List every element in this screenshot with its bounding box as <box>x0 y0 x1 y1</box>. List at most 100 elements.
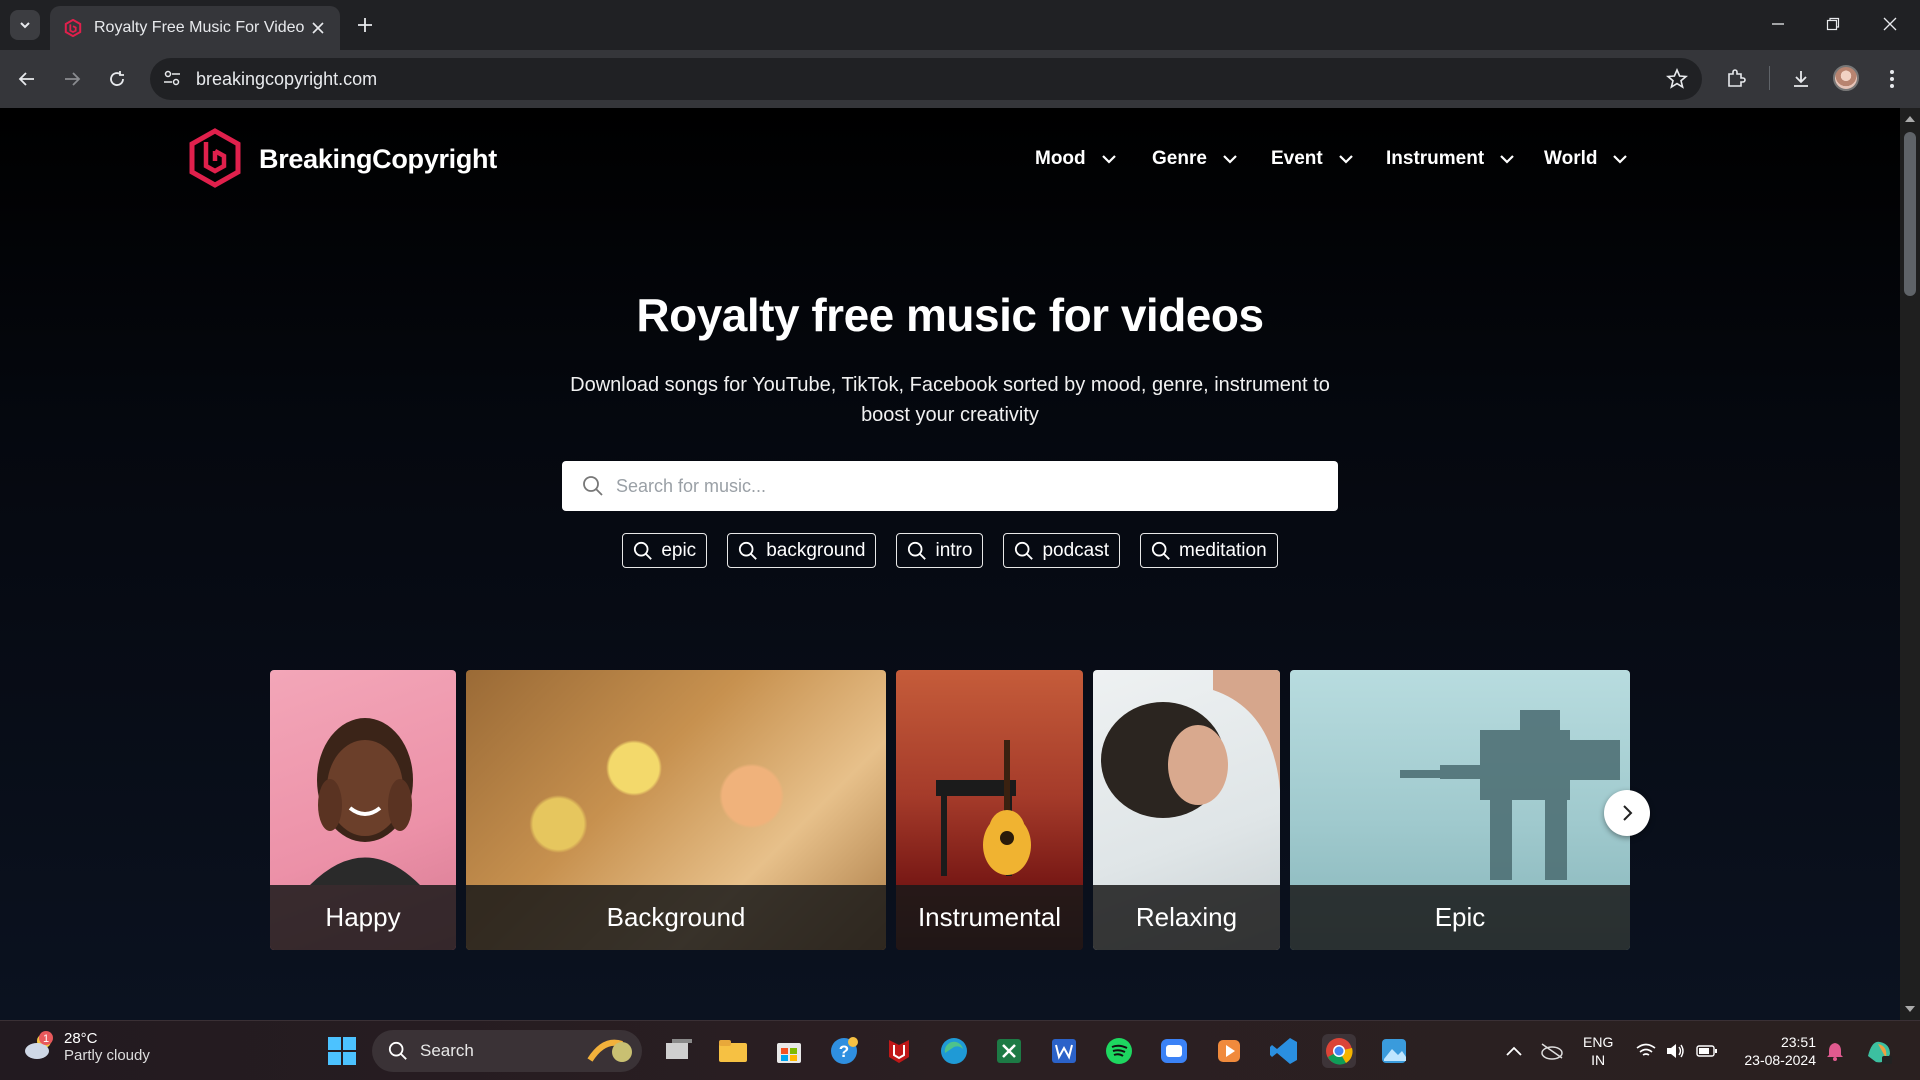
clock-time: 23:51 <box>1780 1034 1816 1050</box>
category-card-instrumental[interactable]: Instrumental <box>896 670 1083 950</box>
help-app-icon[interactable]: ? <box>827 1034 861 1068</box>
tab-search-button[interactable] <box>10 10 40 40</box>
nav-genre-label: Genre <box>1152 148 1207 169</box>
chevron-down-icon <box>20 22 30 29</box>
chat-app-icon[interactable] <box>1157 1034 1191 1068</box>
site-info-icon[interactable] <box>162 68 182 93</box>
back-button[interactable] <box>12 64 42 94</box>
music-search-box[interactable] <box>562 461 1338 511</box>
media-player-icon[interactable] <box>1212 1034 1246 1068</box>
tag-background[interactable]: background <box>727 533 877 568</box>
reload-button[interactable] <box>102 64 132 94</box>
downloads-button[interactable] <box>1786 64 1816 94</box>
search-input[interactable] <box>616 461 1316 511</box>
page-scrollbar[interactable] <box>1900 108 1920 1020</box>
svg-text:?: ? <box>839 1042 849 1061</box>
restore-icon <box>1826 17 1840 31</box>
bookmark-star-icon[interactable] <box>1665 67 1689 95</box>
browser-toolbar: breakingcopyright.com <box>0 50 1920 108</box>
mcafee-icon[interactable] <box>882 1034 916 1068</box>
extensions-button[interactable] <box>1721 64 1751 94</box>
category-card-relaxing[interactable]: Relaxing <box>1093 670 1280 950</box>
file-explorer-icon[interactable] <box>716 1034 750 1068</box>
battery-icon[interactable] <box>1690 1034 1724 1068</box>
url-text: breakingcopyright.com <box>196 69 378 89</box>
tag-epic[interactable]: epic <box>622 533 708 568</box>
spotify-icon[interactable] <box>1102 1034 1136 1068</box>
nav-mood[interactable]: Mood <box>1035 148 1116 170</box>
tag-podcast[interactable]: podcast <box>1003 533 1120 568</box>
search-icon <box>634 541 653 560</box>
taskbar-search-label: Search <box>420 1041 474 1060</box>
edge-browser-icon[interactable] <box>937 1034 971 1068</box>
category-card-happy[interactable]: Happy <box>270 670 456 950</box>
profile-avatar[interactable] <box>1833 65 1859 91</box>
guitar-image <box>936 740 1031 876</box>
hero-title: Royalty free music for videos <box>636 289 1264 341</box>
volume-icon[interactable] <box>1659 1034 1693 1068</box>
wifi-icon[interactable] <box>1629 1034 1663 1068</box>
tag-label: background <box>766 539 866 561</box>
word-icon[interactable] <box>1047 1034 1081 1068</box>
search-icon <box>1015 541 1034 560</box>
task-view-icon[interactable] <box>662 1034 696 1068</box>
tab-title: Royalty Free Music For Videos - <box>94 19 304 36</box>
chevron-down-icon <box>1500 155 1514 164</box>
tab-close-icon[interactable] <box>308 18 328 38</box>
weather-condition: Partly cloudy <box>64 1047 150 1064</box>
browser-tab[interactable]: Royalty Free Music For Videos - <box>50 6 340 50</box>
brand-logo-icon[interactable] <box>188 128 242 188</box>
chevron-down-icon <box>1338 155 1353 164</box>
brand-name[interactable]: BreakingCopyright <box>259 144 497 175</box>
category-card-background[interactable]: Background <box>466 670 886 950</box>
clock[interactable]: 23:51 23-08-2024 <box>1736 1033 1816 1069</box>
arrow-right-icon <box>65 72 81 86</box>
photos-icon[interactable] <box>1377 1034 1411 1068</box>
scrollbar-thumb[interactable] <box>1904 132 1916 296</box>
taskbar-search[interactable]: Search <box>372 1030 642 1072</box>
arrow-left-icon <box>18 72 34 86</box>
scroll-down-arrow-icon[interactable] <box>1905 1006 1915 1012</box>
close-window-button[interactable] <box>1870 8 1910 40</box>
restore-button[interactable] <box>1813 8 1853 40</box>
tag-intro[interactable]: intro <box>896 533 984 568</box>
scroll-up-arrow-icon[interactable] <box>1905 116 1915 122</box>
address-bar[interactable]: breakingcopyright.com <box>150 58 1702 100</box>
language-indicator[interactable]: ENG IN <box>1583 1033 1613 1069</box>
nav-world[interactable]: World <box>1544 148 1628 170</box>
category-card-epic[interactable]: Epic <box>1290 670 1630 950</box>
nav-instrument[interactable]: Instrument <box>1386 148 1514 170</box>
weather-widget[interactable]: 1 28°C Partly cloudy <box>22 1029 150 1065</box>
windows-taskbar: 1 28°C Partly cloudy Search ? ENG IN 23:… <box>0 1020 1920 1080</box>
tag-meditation[interactable]: meditation <box>1140 533 1278 568</box>
search-icon <box>582 475 604 502</box>
nav-event-label: Event <box>1271 148 1323 169</box>
search-icon <box>1151 541 1170 560</box>
minimize-button[interactable] <box>1758 8 1798 40</box>
search-highlight-icon <box>587 1039 632 1062</box>
tray-chevron-up-icon[interactable] <box>1497 1034 1531 1068</box>
cloud-offline-icon[interactable] <box>1535 1034 1569 1068</box>
copilot-icon[interactable] <box>1862 1034 1896 1068</box>
tag-label: intro <box>935 539 973 561</box>
category-label: Background <box>466 885 886 950</box>
forward-button[interactable] <box>57 64 87 94</box>
browser-menu-button[interactable] <box>1877 64 1907 94</box>
microsoft-store-icon[interactable] <box>772 1034 806 1068</box>
weather-temp: 28°C <box>64 1030 98 1047</box>
minimize-icon <box>1772 23 1784 25</box>
carousel-next-button[interactable] <box>1604 790 1650 836</box>
vscode-icon[interactable] <box>1267 1034 1301 1068</box>
nav-event[interactable]: Event <box>1271 148 1353 170</box>
start-button[interactable] <box>325 1034 359 1068</box>
site-header: BreakingCopyright Mood Genre Event Instr… <box>0 108 1900 208</box>
chevron-down-icon <box>1613 155 1628 164</box>
new-tab-button[interactable] <box>352 12 378 38</box>
nav-genre[interactable]: Genre <box>1152 148 1237 170</box>
category-carousel: Happy Background Instrumental Relaxing E… <box>270 670 1630 950</box>
plus-icon <box>358 18 372 32</box>
excel-icon[interactable] <box>992 1034 1026 1068</box>
language-line2: IN <box>1591 1052 1606 1068</box>
chrome-icon[interactable] <box>1322 1034 1356 1068</box>
notification-bell-icon[interactable] <box>1818 1034 1852 1068</box>
